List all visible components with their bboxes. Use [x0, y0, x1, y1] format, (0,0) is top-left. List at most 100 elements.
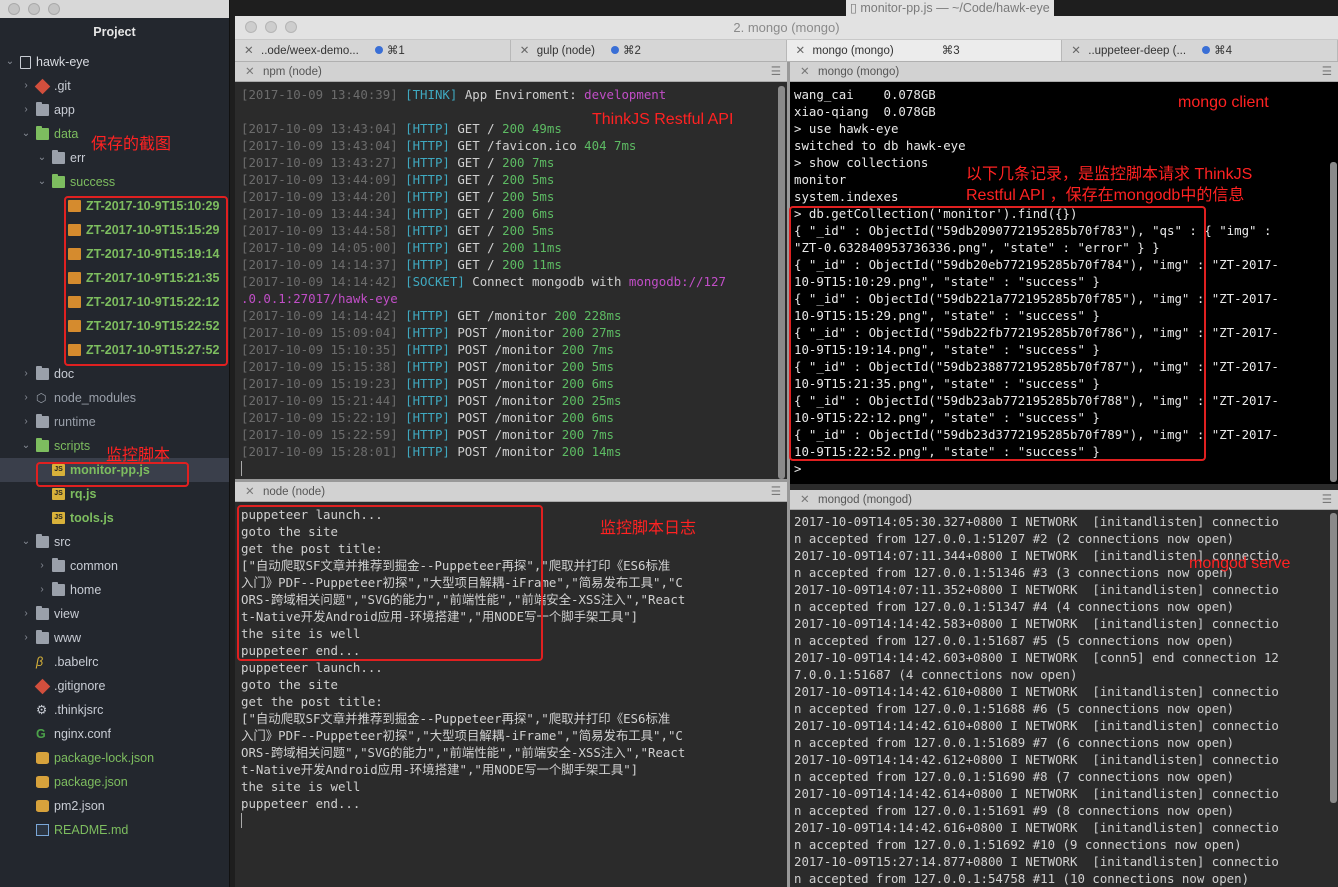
log-line: 2017-10-09T14:14:42.603+0800 I NETWORK [… [794, 650, 1279, 665]
log-line: [2017-10-09 15:28:01] [HTTP] POST /monit… [241, 444, 622, 459]
menu-icon[interactable]: ☰ [1322, 490, 1332, 510]
tree-item[interactable]: .gitignore [20, 674, 229, 698]
tree-item[interactable]: › view [20, 602, 229, 626]
folder-icon [36, 366, 49, 380]
chevron-right-icon[interactable]: › [36, 578, 48, 602]
close-icon[interactable]: ✕ [245, 62, 255, 82]
log-line: > use hawk-eye [794, 121, 899, 136]
chevron-down-icon[interactable]: ⌄ [20, 434, 32, 458]
chevron-down-icon[interactable]: ⌄ [36, 170, 48, 194]
pane-header-node[interactable]: ✕ node (node) ☰ [235, 482, 787, 502]
log-line: 2017-10-09T14:14:42.612+0800 I NETWORK [… [794, 752, 1279, 767]
tab-label: ..uppeteer-deep (... [1088, 45, 1187, 57]
chevron-down-icon[interactable]: ⌄ [20, 530, 32, 554]
tree-item-label: success [70, 175, 116, 189]
tree-item[interactable]: › ⬡ node_modules [20, 386, 229, 410]
annotation-records-note-2: Restful API ，保存在mongodb中的信息 [966, 187, 1245, 204]
log-line: [2017-10-09 15:19:23] [HTTP] POST /monit… [241, 376, 615, 391]
log-line: 2017-10-09T14:14:42.610+0800 I NETWORK [… [794, 684, 1279, 699]
tree-item-label: node_modules [54, 391, 137, 405]
tree-item[interactable]: › common [36, 554, 229, 578]
log-line: 7.0.0.1:51687 (4 connections now open) [794, 667, 1078, 682]
pane-divider[interactable] [787, 62, 790, 887]
log-line: n accepted from 127.0.0.1:51347 #4 (4 co… [794, 599, 1235, 614]
close-window-button[interactable] [8, 3, 20, 15]
chevron-right-icon[interactable]: › [20, 386, 32, 410]
editor-window-title: ▯ monitor-pp.js — ~/Code/hawk-eye [846, 0, 1054, 16]
tree-item[interactable]: JS tools.js [36, 506, 229, 530]
menu-icon[interactable]: ☰ [771, 482, 781, 502]
menu-icon[interactable]: ☰ [1322, 62, 1332, 82]
menu-icon[interactable]: ☰ [771, 62, 781, 82]
close-icon[interactable]: ✕ [796, 40, 806, 61]
tree-item[interactable]: › home [36, 578, 229, 602]
folder-icon [36, 438, 49, 452]
close-icon[interactable]: ✕ [1071, 40, 1081, 61]
tree-item-label: view [54, 607, 80, 621]
cursor [241, 460, 769, 477]
close-icon[interactable]: ✕ [800, 490, 810, 510]
terminal-tab[interactable]: ✕ mongo (mongo) ⌘3 [786, 40, 1063, 61]
zoom-window-button[interactable] [48, 3, 60, 15]
activity-dot-icon [374, 46, 383, 54]
terminal-tab[interactable]: ✕ ..uppeteer-deep (... ⌘4 [1062, 40, 1338, 61]
terminal-tab[interactable]: ✕ gulp (node) ⌘2 [511, 40, 787, 61]
activity-dot-icon [1202, 46, 1211, 54]
pane-header-npm[interactable]: ✕ npm (node) ☰ [235, 62, 787, 82]
log-line: the site is well [241, 779, 361, 794]
tree-item[interactable]: › app [20, 98, 229, 122]
chevron-right-icon[interactable]: › [20, 602, 32, 626]
tree-item-label: nginx.conf [54, 727, 111, 741]
chevron-down-icon[interactable]: ⌄ [36, 146, 48, 170]
terminal-zoom-button[interactable] [285, 21, 297, 33]
tree-item[interactable]: package-lock.json [20, 746, 229, 770]
chevron-down-icon[interactable]: ⌄ [20, 122, 32, 146]
chevron-right-icon[interactable]: › [20, 362, 32, 386]
tree-item[interactable]: › www [20, 626, 229, 650]
tree-item[interactable]: › runtime [20, 410, 229, 434]
scrollbar[interactable] [1330, 513, 1337, 803]
tree-item[interactable]: Gnginx.conf [20, 722, 229, 746]
chevron-right-icon[interactable]: › [20, 626, 32, 650]
tree-item-label: tools.js [70, 511, 114, 525]
pane-header-mongo[interactable]: ✕ mongo (mongo) ☰ [790, 62, 1338, 82]
pane-divider[interactable] [235, 479, 787, 482]
pane-npm[interactable]: [2017-10-09 13:40:39] [THINK] App Enviro… [241, 86, 769, 478]
tree-item-label: runtime [54, 415, 96, 429]
log-line: switched to db hawk-eye [794, 138, 966, 153]
tree-root[interactable]: ⌄ hawk-eye [4, 50, 90, 74]
tree-item[interactable]: package.json [20, 770, 229, 794]
log-line: 2017-10-09T14:07:11.352+0800 I NETWORK [… [794, 582, 1279, 597]
close-icon[interactable]: ✕ [800, 62, 810, 82]
chevron-right-icon[interactable]: › [20, 410, 32, 434]
chevron-right-icon[interactable]: › [36, 554, 48, 578]
tree-item[interactable]: β .babelrc [20, 650, 229, 674]
tree-item[interactable]: › .git [20, 74, 229, 98]
tree-item[interactable]: README.md [20, 818, 229, 842]
db-icon [36, 752, 49, 764]
tree-item[interactable]: ⚙ .thinkjsrc [20, 698, 229, 722]
terminal-minimize-button[interactable] [265, 21, 277, 33]
tree-item[interactable]: ⌄ src [20, 530, 229, 554]
close-icon[interactable]: ✕ [520, 40, 530, 61]
close-icon[interactable]: ✕ [244, 40, 254, 61]
pane-title-mongod: mongod (mongod) [818, 494, 912, 506]
scrollbar[interactable] [1330, 162, 1337, 482]
chevron-right-icon[interactable]: › [20, 98, 32, 122]
scrollbar[interactable] [778, 86, 785, 479]
tree-item[interactable]: ⌄ success [36, 170, 229, 194]
chevron-right-icon[interactable]: › [20, 74, 32, 98]
pane-header-mongod[interactable]: ✕ mongod (mongod) ☰ [790, 490, 1338, 510]
terminal-close-button[interactable] [245, 21, 257, 33]
chevron-down-icon: ⌄ [5, 56, 15, 67]
terminal-tab[interactable]: ✕ ..ode/weex-demo... ⌘1 [235, 40, 511, 61]
log-line: [2017-10-09 15:22:59] [HTTP] POST /monit… [241, 427, 615, 442]
minimize-window-button[interactable] [28, 3, 40, 15]
tree-item[interactable]: pm2.json [20, 794, 229, 818]
close-icon[interactable]: ✕ [245, 482, 255, 502]
terminal-title: 2. mongo (mongo) [733, 20, 840, 35]
log-line: [2017-10-09 14:14:42] [SOCKET] Connect m… [241, 274, 726, 289]
log-line: [2017-10-09 14:14:37] [HTTP] GET / 200 1… [241, 257, 562, 272]
pane-title-node: node (node) [263, 486, 326, 498]
js-icon: JS [52, 488, 65, 500]
